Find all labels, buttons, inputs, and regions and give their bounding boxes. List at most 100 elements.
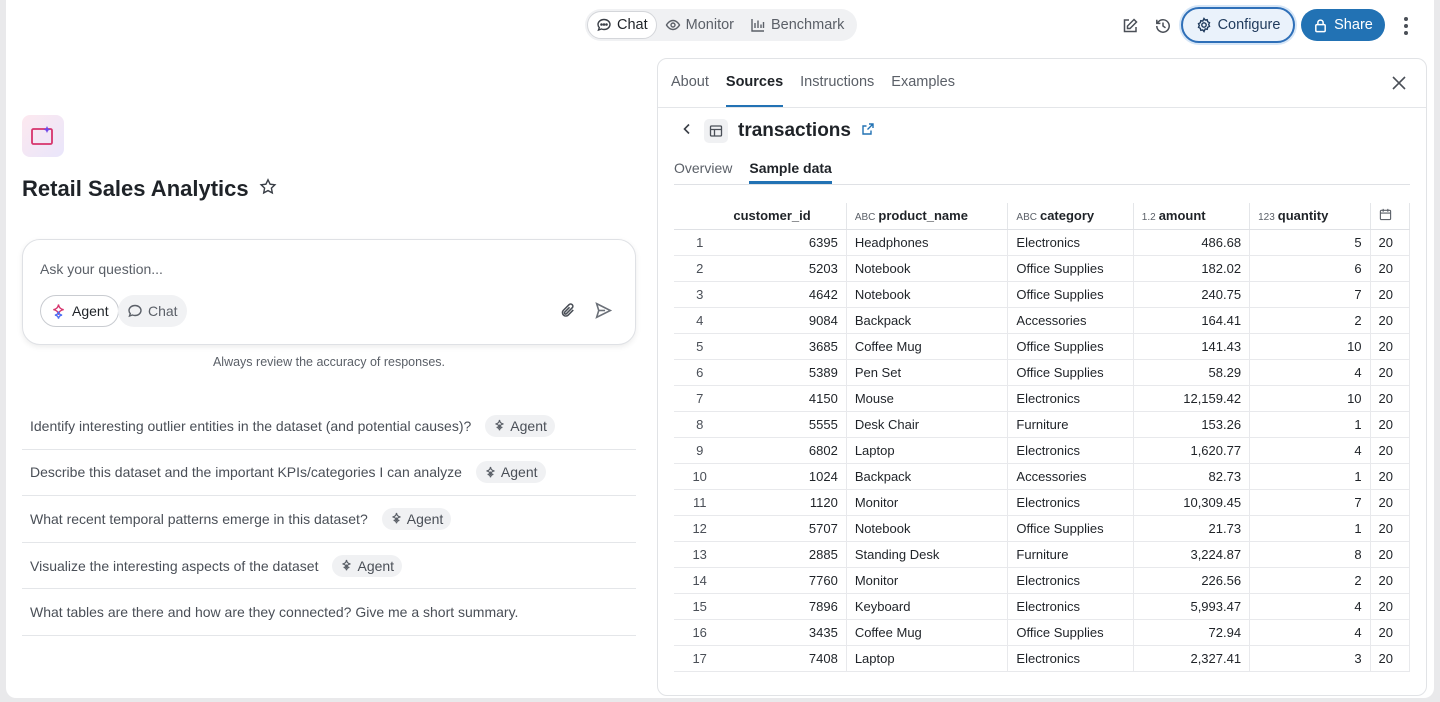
attach-file-icon[interactable] [559, 301, 578, 325]
table-cell: 240.75 [1133, 281, 1251, 308]
table-row[interactable]: 15 7896 Keyboard Electronics 5,993.47 4 20 [674, 593, 1410, 620]
sample-data-table: customer_id ABC product_name ABC category … [674, 203, 1410, 673]
column-header[interactable]: ABC category [1007, 203, 1134, 230]
send-icon[interactable] [594, 301, 613, 325]
row-index: 8 [674, 411, 726, 438]
table-cell: Office Supplies [1007, 333, 1134, 360]
favorite-star-icon[interactable] [259, 178, 277, 201]
row-index: 15 [674, 593, 726, 620]
table-cell: 3685 [725, 333, 847, 360]
table-cell: 4642 [725, 281, 847, 308]
table-row[interactable]: 9 6802 Laptop Electronics 1,620.77 4 20 [674, 437, 1410, 464]
share-button[interactable]: Share [1301, 9, 1385, 41]
table-cell: 20 [1370, 463, 1410, 490]
table-cell: 2885 [725, 541, 847, 568]
question-input[interactable]: Ask your question... [40, 261, 163, 277]
column-header[interactable]: 1.2 amount [1133, 203, 1251, 230]
agent-tag: Agent [475, 461, 546, 484]
subtab-overview[interactable]: Overview [674, 154, 732, 184]
chat-mode-toggle[interactable]: Chat [118, 295, 187, 327]
tab-instructions[interactable]: Instructions [800, 59, 874, 108]
subtab-sample-data[interactable]: Sample data [749, 154, 832, 184]
question-composer: Ask your question... Agent Chat [22, 239, 636, 345]
chat-bubble-icon [597, 18, 611, 32]
table-row[interactable]: 7 4150 Mouse Electronics 12,159.42 10 20 [674, 385, 1410, 412]
agent-mode-toggle[interactable]: Agent [40, 295, 119, 327]
mode-monitor[interactable]: Monitor [657, 11, 742, 39]
table-cell: 6395 [725, 229, 847, 256]
table-row[interactable]: 3 4642 Notebook Office Supplies 240.75 7 20 [674, 281, 1410, 308]
column-header[interactable]: customer_id [725, 203, 847, 230]
tab-about[interactable]: About [671, 59, 709, 108]
row-index: 6 [674, 359, 726, 386]
row-index: 12 [674, 515, 726, 542]
history-button[interactable] [1151, 14, 1175, 38]
mode-benchmark[interactable]: Benchmark [742, 11, 852, 39]
table-row[interactable]: 13 2885 Standing Desk Furniture 3,224.87 8 20 [674, 541, 1410, 568]
suggestion-item[interactable]: Describe this dataset and the important … [22, 450, 636, 497]
table-cell: 2 [1249, 307, 1371, 334]
row-index: 11 [674, 489, 726, 516]
table-cell: 20 [1370, 489, 1410, 516]
suggestion-item[interactable]: Visualize the interesting aspects of the… [22, 543, 636, 590]
table-row[interactable]: 10 1024 Backpack Accessories 82.73 1 20 [674, 463, 1410, 490]
table-cell: 20 [1370, 385, 1410, 412]
configure-button[interactable]: Configure [1181, 7, 1295, 43]
integer-type-icon: 123 [1258, 212, 1275, 224]
table-cell: Mouse [846, 385, 1009, 412]
external-link-icon[interactable] [861, 122, 875, 141]
mode-chat[interactable]: Chat [587, 11, 657, 39]
row-index: 9 [674, 437, 726, 464]
table-cell: 1,620.77 [1133, 437, 1251, 464]
suggestion-item[interactable]: Identify interesting outlier entities in… [22, 403, 636, 450]
table-cell: Coffee Mug [846, 619, 1009, 646]
sources-panel: About Sources Instructions Examples tran… [657, 58, 1427, 696]
table-cell: 9084 [725, 307, 847, 334]
table-cell: 5,993.47 [1133, 593, 1251, 620]
space-logo-icon [22, 115, 64, 157]
close-icon[interactable] [1391, 75, 1407, 96]
back-chevron-icon[interactable] [680, 122, 694, 141]
table-row[interactable]: 1 6395 Headphones Electronics 486.68 5 20 [674, 229, 1410, 256]
table-cell: 20 [1370, 281, 1410, 308]
table-cell: Accessories [1007, 463, 1134, 490]
table-row[interactable]: 17 7408 Laptop Electronics 2,327.41 3 20 [674, 645, 1410, 672]
table-cell: 20 [1370, 333, 1410, 360]
table-row[interactable]: 14 7760 Monitor Electronics 226.56 2 20 [674, 567, 1410, 594]
table-cell: Office Supplies [1007, 619, 1134, 646]
agent-tag: Agent [381, 507, 452, 530]
table-cell: Electronics [1007, 437, 1134, 464]
table-row[interactable]: 4 9084 Backpack Accessories 164.41 2 20 [674, 307, 1410, 334]
suggestion-item[interactable]: What tables are there and how are they c… [22, 589, 636, 636]
table-cell: Electronics [1007, 593, 1134, 620]
table-row[interactable]: 5 3685 Coffee Mug Office Supplies 141.43 10 20 [674, 333, 1410, 360]
mode-chat-label: Chat [617, 17, 648, 33]
column-header[interactable] [1370, 203, 1410, 230]
table-row[interactable]: 11 1120 Monitor Electronics 10,309.45 7 20 [674, 489, 1410, 516]
space-title: Retail Sales Analytics [22, 176, 249, 201]
table-cell: 20 [1370, 645, 1410, 672]
suggestion-text: What recent temporal patterns emerge in … [30, 510, 368, 527]
table-row[interactable]: 2 5203 Notebook Office Supplies 182.02 6 20 [674, 255, 1410, 282]
table-cell: Laptop [846, 437, 1009, 464]
table-row[interactable]: 8 5555 Desk Chair Furniture 153.26 1 20 [674, 411, 1410, 438]
chat-mode-label: Chat [148, 303, 178, 319]
tab-sources[interactable]: Sources [725, 59, 784, 108]
table-row[interactable]: 16 3435 Coffee Mug Office Supplies 72.94 4 20 [674, 619, 1410, 646]
column-header[interactable]: 123 quantity [1249, 203, 1371, 230]
table-cell: 20 [1370, 619, 1410, 646]
tab-examples[interactable]: Examples [891, 59, 955, 108]
table-row[interactable]: 12 5707 Notebook Office Supplies 21.73 1 20 [674, 515, 1410, 542]
edit-button[interactable] [1118, 14, 1142, 38]
mode-switcher: Chat Monitor Benchmark [585, 9, 857, 41]
table-cell: 5707 [725, 515, 847, 542]
more-options-icon[interactable] [1396, 14, 1416, 38]
table-cell: Electronics [1007, 567, 1134, 594]
table-cell: 10,309.45 [1133, 489, 1251, 516]
table-cell: Electronics [1007, 229, 1134, 256]
column-header[interactable]: ABC product_name [846, 203, 1009, 230]
suggestion-item[interactable]: What recent temporal patterns emerge in … [22, 496, 636, 543]
table-row[interactable]: 6 5389 Pen Set Office Supplies 58.29 4 20 [674, 359, 1410, 386]
table-cell: 20 [1370, 567, 1410, 594]
table-cell: Notebook [846, 515, 1009, 542]
